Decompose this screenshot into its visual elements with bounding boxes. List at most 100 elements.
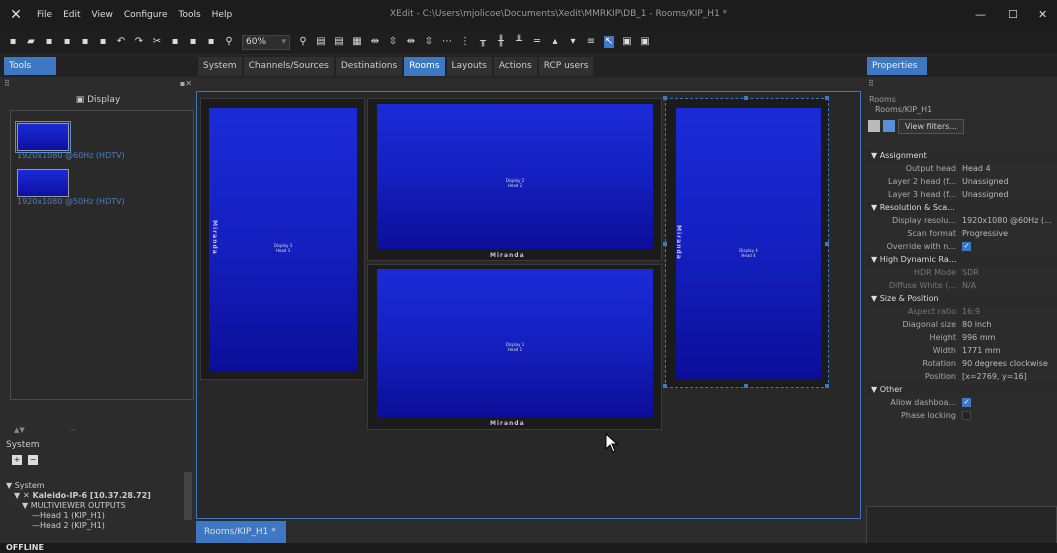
delete-icon[interactable]: ▪ <box>80 36 90 48</box>
align-top-icon[interactable]: ╥ <box>478 36 488 48</box>
tree-item[interactable]: ▼ System <box>6 481 176 491</box>
close-icon[interactable]: ✕ <box>1038 8 1047 21</box>
property-row[interactable]: Diagonal size 80 inch <box>867 318 1057 331</box>
checkbox[interactable] <box>962 411 971 420</box>
tab-canvas-document[interactable]: Rooms/KIP_H1 * <box>196 521 286 543</box>
tab-system[interactable]: System <box>198 57 242 76</box>
collapse-all-button[interactable]: − <box>28 455 38 465</box>
property-value[interactable]: 16:9 <box>962 305 1057 318</box>
new-file-icon[interactable]: ▪ <box>8 36 18 48</box>
same-width-icon[interactable]: ⇹ <box>406 36 416 48</box>
property-category[interactable]: ▼ Resolution & Sca... <box>867 201 1057 214</box>
same-height-icon[interactable]: ⇳ <box>424 36 434 48</box>
tab-rooms[interactable]: Rooms <box>404 57 445 76</box>
zoom-dropdown[interactable]: 60% ▾ <box>242 34 290 50</box>
property-row[interactable]: Output head Head 4 <box>867 162 1057 175</box>
distribute-h-icon[interactable]: ⇹ <box>370 36 380 48</box>
property-row[interactable]: Scan format Progressive <box>867 227 1057 240</box>
property-value[interactable]: Head 4 <box>962 162 1057 175</box>
tab-tools[interactable]: Tools <box>4 57 56 75</box>
property-row[interactable]: Aspect ratio 16:9 <box>867 305 1057 318</box>
property-value[interactable]: 1771 mm <box>962 344 1057 357</box>
maximize-icon[interactable]: ☐ <box>1008 8 1018 21</box>
align-right-icon[interactable]: ▤ <box>334 36 344 48</box>
tree-item[interactable]: ▼ ✕ Kaleido-IP-6 [10.37.28.72] <box>6 491 176 501</box>
resize-handle[interactable] <box>825 384 829 388</box>
distribute-v-icon[interactable]: ⇳ <box>388 36 398 48</box>
property-row[interactable]: Override with n... ✓ <box>867 240 1057 253</box>
property-row[interactable]: Layer 3 head (f... Unassigned <box>867 188 1057 201</box>
list-item[interactable]: 1920x1080 @60Hz (HDTV) <box>15 121 197 160</box>
capture-icon[interactable]: ▣ <box>640 36 650 48</box>
scrollbar[interactable] <box>184 472 192 520</box>
resize-handle[interactable] <box>744 96 748 100</box>
property-category[interactable]: ▼ Assignment <box>867 149 1057 162</box>
property-value[interactable]: 80 inch <box>962 318 1057 331</box>
tree-item[interactable]: —Head 2 (KIP_H1) <box>6 521 176 531</box>
tree-item[interactable]: —Head 1 (KIP_H1) <box>6 511 176 521</box>
menu-file[interactable]: File <box>37 10 52 20</box>
align-center-icon[interactable]: ═ <box>532 36 542 48</box>
edit-icon[interactable]: ▪ <box>98 36 108 48</box>
zoom-fit-icon[interactable]: ▪ <box>206 36 216 48</box>
property-row[interactable]: Layer 2 head (f... Unassigned <box>867 175 1057 188</box>
property-row[interactable]: Phase locking <box>867 409 1057 422</box>
alphabetical-view-icon[interactable] <box>883 120 895 132</box>
tab-layouts[interactable]: Layouts <box>446 57 492 76</box>
align-left-icon[interactable]: ▤ <box>316 36 326 48</box>
tab-properties[interactable]: Properties <box>867 57 927 75</box>
property-value[interactable]: ✓ <box>962 240 1057 253</box>
property-value[interactable]: N/A <box>962 279 1057 292</box>
layer-down-icon[interactable]: ▾ <box>568 36 578 48</box>
close-panel-icon[interactable]: ▪✕ <box>180 77 192 91</box>
cut-icon[interactable]: ✂ <box>152 36 162 48</box>
menu-edit[interactable]: Edit <box>63 10 80 20</box>
paste-icon[interactable]: ▪ <box>188 36 198 48</box>
property-category[interactable]: ▼ High Dynamic Ra... <box>867 253 1057 266</box>
menu-view[interactable]: View <box>92 10 113 20</box>
monitor[interactable]: Display 2 Head 2 Miranda <box>367 98 662 261</box>
expand-all-button[interactable]: + <box>12 455 22 465</box>
tab-rcp-users[interactable]: RCP users <box>538 57 594 76</box>
zoom-in-icon[interactable]: ⚲ <box>298 36 308 48</box>
resize-handle[interactable] <box>744 384 748 388</box>
property-value[interactable]: ✓ <box>962 396 1057 409</box>
layer-up-icon[interactable]: ▴ <box>550 36 560 48</box>
property-value[interactable]: 996 mm <box>962 331 1057 344</box>
property-value[interactable]: SDR <box>962 266 1057 279</box>
splitter-handle-icon[interactable]: ▲▼ ⋯ <box>14 426 76 434</box>
resize-handle[interactable] <box>825 96 829 100</box>
menu-tools[interactable]: Tools <box>178 10 200 20</box>
save-icon[interactable]: ▪ <box>44 36 54 48</box>
monitor[interactable]: Display 3 Head 3 Miranda <box>200 98 365 380</box>
property-row[interactable]: Allow dashboa... ✓ <box>867 396 1057 409</box>
space-h-icon[interactable]: ⋯ <box>442 36 452 48</box>
property-row[interactable]: Height 996 mm <box>867 331 1057 344</box>
property-value[interactable] <box>962 409 1057 422</box>
monitor-selected[interactable]: Display 4 Head 4 Miranda <box>663 96 829 388</box>
minimize-icon[interactable]: — <box>975 8 986 21</box>
property-category[interactable]: ▼ Other <box>867 383 1057 396</box>
checkbox[interactable]: ✓ <box>962 242 971 251</box>
property-value[interactable]: Unassigned <box>962 188 1057 201</box>
checkbox[interactable]: ✓ <box>962 398 971 407</box>
align-middle-icon[interactable]: ╫ <box>496 36 506 48</box>
property-category[interactable]: ▼ Size & Position <box>867 292 1057 305</box>
view-filters-button[interactable]: View filters... <box>898 118 964 134</box>
property-value[interactable]: Unassigned <box>962 175 1057 188</box>
tree-item[interactable]: ▼ MULTIVIEWER OUTPUTS <box>6 501 176 511</box>
resize-handle[interactable] <box>663 96 667 100</box>
property-row[interactable]: Position [x=2769, y=16] <box>867 370 1057 383</box>
save-all-icon[interactable]: ▪ <box>62 36 72 48</box>
property-row[interactable]: Width 1771 mm <box>867 344 1057 357</box>
menu-help[interactable]: Help <box>212 10 233 20</box>
property-row[interactable]: HDR Mode SDR <box>867 266 1057 279</box>
align-bottom-icon[interactable]: ╨ <box>514 36 524 48</box>
resize-handle[interactable] <box>663 242 667 246</box>
tab-actions[interactable]: Actions <box>493 57 537 76</box>
property-value[interactable]: [x=2769, y=16] <box>962 370 1057 383</box>
pointer-icon[interactable]: ↖ <box>604 36 614 48</box>
tab-channels-sources[interactable]: Channels/Sources <box>243 57 334 76</box>
menu-configure[interactable]: Configure <box>124 10 168 20</box>
property-row[interactable]: Diffuse White (... N/A <box>867 279 1057 292</box>
